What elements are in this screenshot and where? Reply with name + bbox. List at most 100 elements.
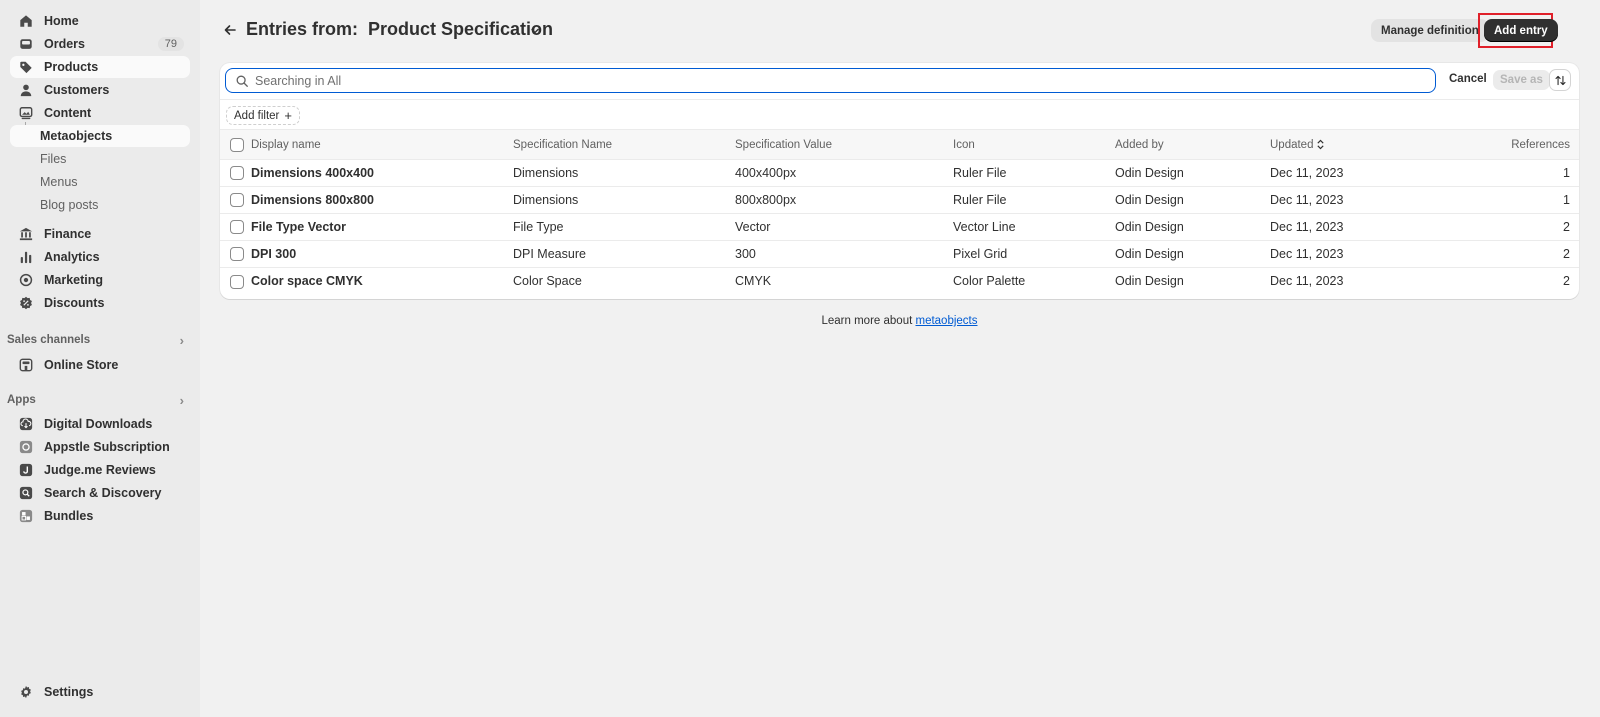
sidebar-item-label: Online Store [44,358,119,372]
sidebar-item-blog-posts[interactable]: Blog posts [40,194,190,216]
search-discovery-icon [19,486,33,500]
plus-icon: + [284,108,292,123]
table-cell: Odin Design [1115,213,1270,241]
table-cell: Dec 11, 2023 [1270,186,1431,214]
table-cell: Vector [735,213,953,241]
table-cell: Dimensions [513,186,735,214]
sidebar-item-digital-downloads[interactable]: Digital Downloads [10,413,190,435]
row-checkbox[interactable] [230,274,244,289]
row-checkbox[interactable] [230,166,244,181]
select-all-checkbox[interactable] [230,137,244,152]
sidebar-item-bundles[interactable]: Bundles [10,505,190,527]
sidebar-item-label: Files [40,152,67,166]
table-cell: Pixel Grid [953,240,1115,268]
table-cell: 1 [1430,186,1579,214]
add-filter-button[interactable]: Add filter + [226,106,300,125]
row-select-cell [220,159,251,187]
sidebar-item-metaobjects[interactable]: Metaobjects [10,125,190,147]
display-name-cell[interactable]: Dimensions 800x800 [251,186,513,214]
person-icon [19,83,33,97]
table-cell: Ruler File [953,186,1115,214]
sidebar-item-content[interactable]: Content [10,102,190,124]
row-select-cell [220,186,251,214]
home-icon [19,14,33,28]
table-cell: 2 [1430,240,1579,268]
manage-definition-button[interactable]: Manage definition [1371,19,1489,42]
row-checkbox[interactable] [230,220,244,235]
sidebar-item-customers[interactable]: Customers [10,79,190,101]
sort-button[interactable] [1549,69,1571,91]
back-arrow-icon[interactable] [222,22,240,40]
sidebar-item-discounts[interactable]: Discounts [10,292,190,314]
sidebar-item-home[interactable]: Home [10,10,190,32]
sidebar-item-label: Orders [44,37,85,51]
table-cell: 400x400px [735,159,953,187]
updated-column-header[interactable]: Updated [1270,129,1431,160]
sidebar-item-orders[interactable]: Orders 79 [10,33,190,55]
sidebar-item-label: Customers [44,83,110,97]
sidebar-item-products[interactable]: Products [10,56,190,78]
sidebar-item-judgeme-reviews[interactable]: Judge.me Reviews [10,459,190,481]
sidebar-item-appstle-subscription[interactable]: Appstle Subscription [10,436,190,458]
sidebar-item-label: Products [44,60,99,74]
sales-channels-heading[interactable]: Sales channels › [7,330,192,350]
table-cell: 1 [1430,159,1579,187]
sidebar-item-label: Finance [44,227,92,241]
sidebar-item-marketing[interactable]: Marketing [10,269,190,291]
table-cell: Odin Design [1115,186,1270,214]
chevron-down-icon[interactable] [529,25,541,37]
display-name-cell[interactable]: Dimensions 400x400 [251,159,513,187]
column-header-label: Updated [1270,138,1314,151]
cancel-button[interactable]: Cancel [1449,73,1487,85]
filter-row: Add filter + [220,99,1579,129]
table-cell: Dec 11, 2023 [1270,159,1431,187]
table-cell: Odin Design [1115,240,1270,268]
sidebar-item-analytics[interactable]: Analytics [10,246,190,268]
appstle-icon [19,440,33,454]
row-checkbox[interactable] [230,247,244,262]
table-cell: Dimensions [513,159,735,187]
column-header: Icon [953,129,1115,160]
table-cell: DPI Measure [513,240,735,268]
chevron-right-icon: › [179,332,184,348]
table-row[interactable]: Dimensions 800x800 Dimensions 800x800px Rul… [220,186,1579,214]
orders-icon [19,37,33,51]
table-cell: Odin Design [1115,274,1184,289]
entries-card: Cancel Save as Add filter + Display name… [220,63,1579,299]
sidebar-item-finance[interactable]: Finance [10,223,190,245]
section-heading-label: Apps [7,394,36,406]
search-field[interactable] [225,68,1436,93]
display-name-cell[interactable]: Color space CMYK [251,268,513,295]
sidebar-item-settings[interactable]: Settings [10,681,190,703]
judgeme-icon [19,463,33,477]
row-checkbox[interactable] [230,193,244,208]
table-row[interactable]: File Type Vector File Type Vector Vector Li… [220,213,1579,241]
store-icon [19,358,33,372]
metaobjects-link[interactable]: metaobjects [915,315,977,327]
sidebar-item-online-store[interactable]: Online Store [10,354,190,376]
sidebar-item-search-discovery[interactable]: Search & Discovery [10,482,190,504]
table-cell: Dec 11, 2023 [1270,213,1431,241]
table-cell: 300 [735,240,953,268]
add-entry-button[interactable]: Add entry [1484,19,1558,42]
column-header: Display name [251,129,513,160]
page-title: Entries from: Product Specification [246,19,554,39]
table-row[interactable]: Color space CMYK Color Space CMYK Color Pal… [220,268,1579,295]
sidebar-item-menus[interactable]: Menus [40,171,190,193]
tag-icon [19,60,33,74]
table-row[interactable]: Dimensions 400x400 Dimensions 400x400px Rul… [220,159,1579,187]
display-name-cell[interactable]: File Type Vector [251,213,513,241]
column-header: References [1430,129,1579,160]
table-row[interactable]: DPI 300 DPI Measure 300 Pixel Grid Odin Desi… [220,240,1579,268]
learn-more-label: Learn more about [821,315,916,327]
search-input[interactable] [255,73,1435,88]
cloud-download-icon [19,417,33,431]
sidebar-item-files[interactable]: Files [40,148,190,170]
table-cell: 2 [1563,274,1570,289]
save-as-button[interactable]: Save as [1493,70,1550,90]
sidebar-item-label: Bundles [44,509,94,523]
apps-heading[interactable]: Apps › [7,390,192,410]
row-select-cell [220,268,251,295]
search-icon [236,75,248,87]
display-name-cell[interactable]: DPI 300 [251,240,513,268]
